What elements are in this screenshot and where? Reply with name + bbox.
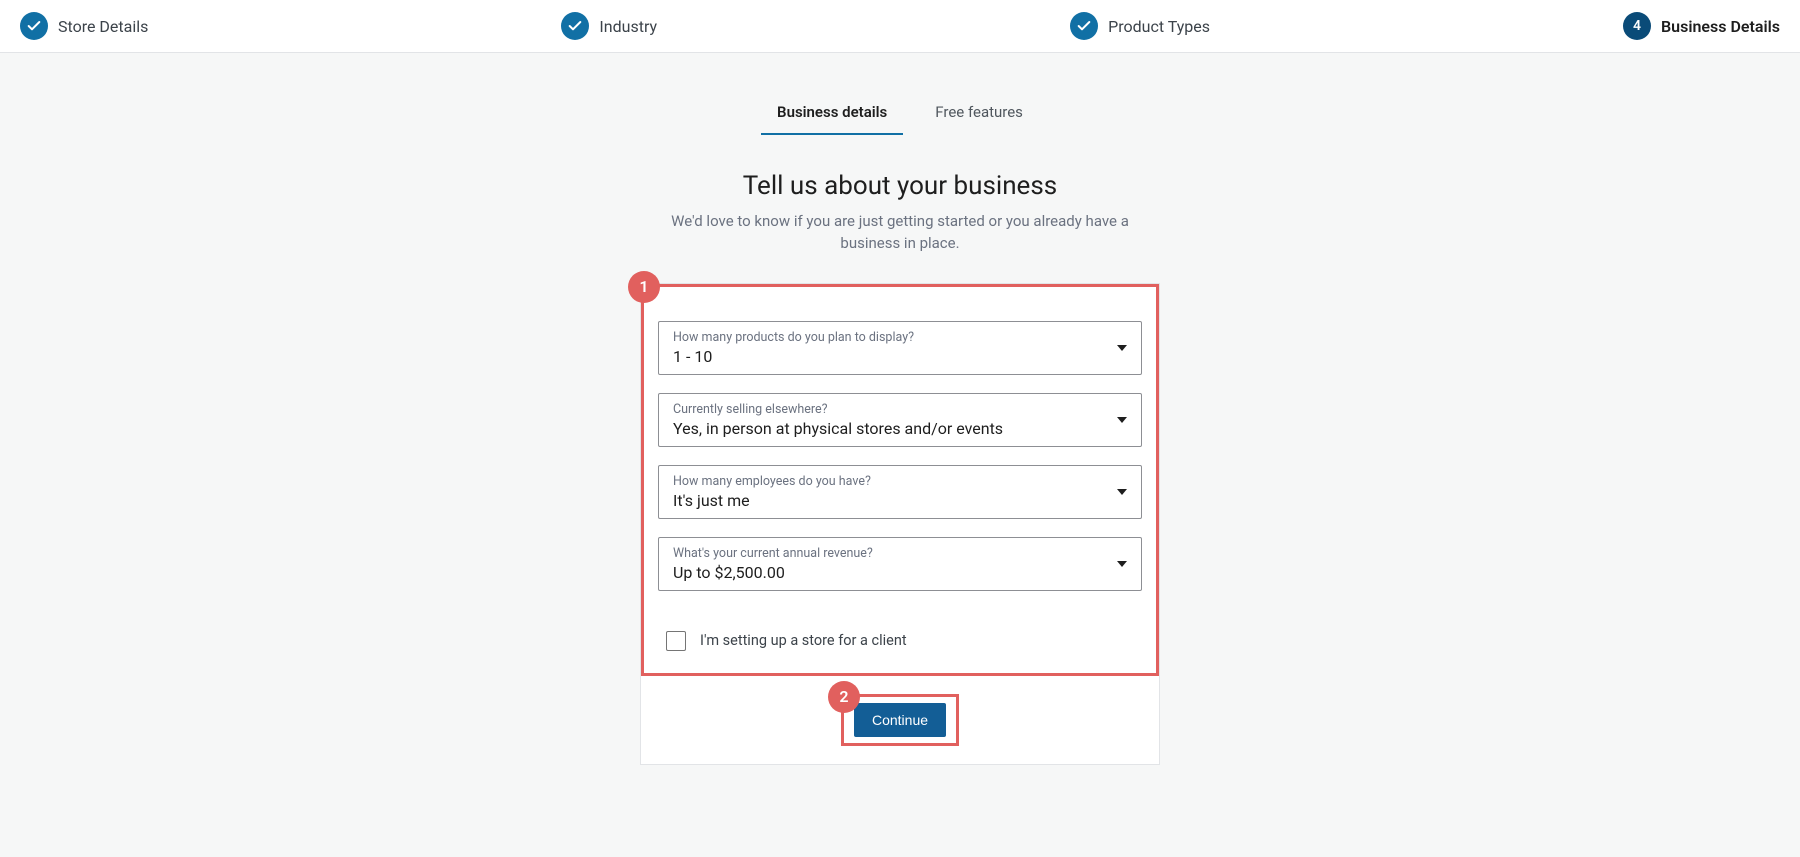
check-icon <box>1070 12 1098 40</box>
select-label: What's your current annual revenue? <box>673 546 1105 561</box>
annotation-badge-2: 2 <box>828 681 860 713</box>
checkbox-label: I'm setting up a store for a client <box>700 632 907 649</box>
step-product-types[interactable]: Product Types <box>1070 12 1210 40</box>
tab-business-details[interactable]: Business details <box>773 93 891 135</box>
select-products-count[interactable]: How many products do you plan to display… <box>658 321 1142 375</box>
chevron-down-icon <box>1117 345 1127 351</box>
chevron-down-icon <box>1117 561 1127 567</box>
step-business-details[interactable]: 4 Business Details <box>1623 12 1780 40</box>
select-label: How many employees do you have? <box>673 474 1105 489</box>
step-industry[interactable]: Industry <box>561 12 657 40</box>
select-label: How many products do you plan to display… <box>673 330 1105 345</box>
chevron-down-icon <box>1117 489 1127 495</box>
chevron-down-icon <box>1117 417 1127 423</box>
select-employees-count[interactable]: How many employees do you have? It's jus… <box>658 465 1142 519</box>
card-footer: 2 Continue <box>641 676 1159 764</box>
client-store-checkbox-row[interactable]: I'm setting up a store for a client <box>658 621 1142 655</box>
sub-tabs: Business details Free features <box>0 93 1800 135</box>
step-number-badge: 4 <box>1623 12 1651 40</box>
form-card-wrap: 1 How many products do you plan to displ… <box>640 283 1160 765</box>
step-label: Store Details <box>58 17 148 36</box>
continue-highlight: 2 Continue <box>841 694 959 746</box>
page-title: Tell us about your business <box>0 171 1800 201</box>
annotation-badge-1: 1 <box>628 271 660 303</box>
setup-stepper: Store Details Industry Product Types 4 B… <box>0 0 1800 53</box>
form-area-highlight: 1 How many products do you plan to displ… <box>641 284 1159 676</box>
step-label: Product Types <box>1108 17 1210 36</box>
select-selling-elsewhere[interactable]: Currently selling elsewhere? Yes, in per… <box>658 393 1142 447</box>
check-icon <box>20 12 48 40</box>
check-icon <box>561 12 589 40</box>
select-value: Yes, in person at physical stores and/or… <box>673 419 1105 438</box>
select-label: Currently selling elsewhere? <box>673 402 1105 417</box>
step-label: Business Details <box>1661 17 1780 36</box>
tab-free-features[interactable]: Free features <box>931 93 1027 135</box>
checkbox-icon[interactable] <box>666 631 686 651</box>
select-value: Up to $2,500.00 <box>673 563 1105 582</box>
continue-button[interactable]: Continue <box>854 703 946 737</box>
page-headline: Tell us about your business We'd love to… <box>0 171 1800 255</box>
business-details-card: 1 How many products do you plan to displ… <box>640 283 1160 765</box>
select-value: It's just me <box>673 491 1105 510</box>
page-subtitle: We'd love to know if you are just gettin… <box>640 211 1160 255</box>
main-content: Business details Free features Tell us a… <box>0 53 1800 825</box>
step-store-details[interactable]: Store Details <box>20 12 148 40</box>
select-annual-revenue[interactable]: What's your current annual revenue? Up t… <box>658 537 1142 591</box>
step-label: Industry <box>599 17 657 36</box>
select-value: 1 - 10 <box>673 347 1105 366</box>
